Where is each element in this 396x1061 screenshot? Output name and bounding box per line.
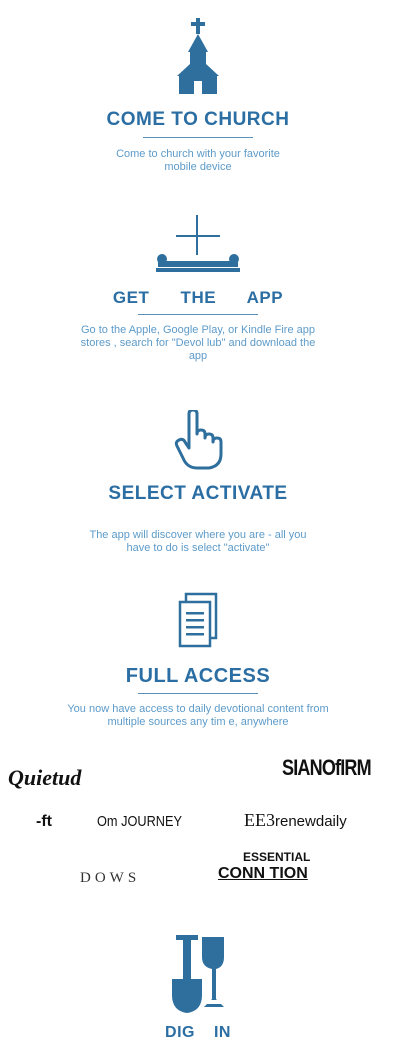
step-description: You now have access to daily devotional … <box>67 703 329 728</box>
step-description: Come to church with your favorite mobile… <box>116 148 280 173</box>
logo-quietud: Quietud <box>8 765 82 790</box>
logo-sianofirm: SIANOfIRM <box>282 755 372 780</box>
pointing-hand-icon <box>174 410 223 470</box>
step-full-access: FULL ACCESS You now have access to daily… <box>0 592 396 729</box>
logo-renewdaily-mark: EE3 <box>244 810 275 830</box>
step-title: DIG IN <box>165 1024 231 1041</box>
how-it-works-page: COME TO CHURCH Come to church with your … <box>0 0 396 1061</box>
step-get-the-app: GET THE APP Go to the Apple, Google Play… <box>0 215 396 363</box>
step-description: Go to the Apple, Google Play, or Kindle … <box>80 324 316 362</box>
step-dig-in: DIG IN <box>0 935 396 1041</box>
plus-scroll-icon <box>156 215 240 272</box>
step-description: The app will discover where you are - al… <box>89 529 307 554</box>
logo-om-journey: Om JOURNEY <box>97 813 183 830</box>
step-title: FULL ACCESS <box>125 665 271 687</box>
divider <box>138 693 258 694</box>
logo-ft: -ft <box>36 813 52 830</box>
logo-renewdaily: EE3renewdaily <box>244 810 347 831</box>
step-title: GET THE APP <box>112 288 284 307</box>
shovel-icon <box>172 935 224 1013</box>
step-title: SELECT ACTIVATE <box>108 483 288 504</box>
logo-dows: DOWS <box>80 870 141 886</box>
step-title: COME TO CHURCH <box>106 109 290 130</box>
logo-renewdaily-text: renewdaily <box>275 813 347 830</box>
divider <box>143 137 253 138</box>
logo-connection: CONN TION <box>218 865 308 882</box>
divider <box>138 314 258 315</box>
step-come-to-church: COME TO CHURCH Come to church with your … <box>0 18 396 174</box>
documents-icon <box>178 592 218 648</box>
church-icon <box>177 18 219 94</box>
step-select-activate: SELECT ACTIVATE The app will discover wh… <box>0 410 396 555</box>
logo-essential: ESSENTIAL <box>243 850 311 864</box>
